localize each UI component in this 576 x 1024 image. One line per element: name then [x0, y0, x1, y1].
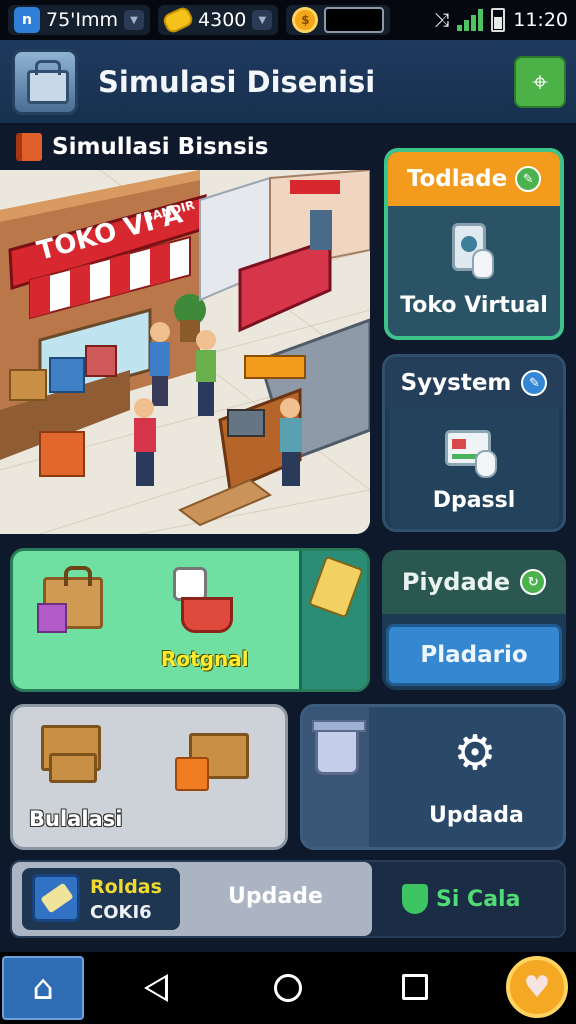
products-card[interactable]: Rotgnal — [10, 548, 370, 692]
toko-virtual-card[interactable]: Todlade ✎ Toko Virtual — [384, 148, 564, 340]
status-indicator[interactable]: Si Cala — [402, 884, 520, 914]
home-tab[interactable]: ⌂ — [2, 956, 84, 1020]
map-pin-button[interactable]: ⌖ — [514, 56, 566, 108]
payment-card-top-label: Piydade — [401, 568, 511, 596]
status-indicator-label: Si Cala — [436, 886, 521, 912]
settings-card-side — [303, 707, 369, 847]
shield-icon — [402, 884, 428, 914]
gold-meter — [324, 7, 385, 33]
tube-icon — [32, 874, 80, 922]
signal-icon — [457, 9, 484, 31]
status-right: ⤨ 11:20 — [434, 8, 568, 32]
back-button[interactable] — [144, 974, 168, 1002]
inventory-card[interactable]: Bulalasi — [10, 704, 288, 850]
toko-card-body: Toko Virtual — [388, 206, 560, 336]
shop-scene-image: TOKO VI A BANDIR — [0, 170, 370, 534]
gold-coin-icon: $ — [292, 7, 319, 33]
status-chip-coins[interactable]: 4300 ▼ — [158, 5, 279, 35]
trash-bin-icon — [312, 720, 366, 775]
toko-card-label: Toko Virtual — [400, 293, 548, 318]
system-nav-bar: ⌂ ♥ — [0, 952, 576, 1024]
vibrate-icon: ⤨ — [434, 9, 450, 31]
chevron-down-icon: ▼ — [124, 10, 145, 30]
page-title: Simulasi Disenisi — [98, 64, 376, 99]
section-title: Simullasi Bisnsis — [52, 134, 269, 160]
book-icon — [16, 133, 42, 161]
system-card-body: Dpassl — [389, 409, 559, 529]
bottom-status-bar: Roldas COKI6 Updade Si Cala — [10, 860, 566, 938]
gift-icon — [37, 603, 67, 633]
home-button[interactable] — [274, 974, 302, 1002]
toolbox-logo-icon — [12, 48, 78, 115]
chevron-down-icon: ▼ — [252, 10, 273, 30]
inventory-card-label: Bulalasi — [29, 807, 123, 831]
item-code: COKI6 — [90, 902, 152, 923]
toko-card-header: Todlade ✎ — [388, 152, 560, 206]
update-button[interactable]: Updade — [228, 884, 323, 909]
products-card-label: Rotgnal — [161, 647, 249, 671]
section-header: Simullasi Bisnsis — [16, 133, 268, 161]
status-chip-profile[interactable]: n 75'Imm ▼ — [8, 5, 151, 35]
edit-icon: ✎ — [521, 370, 548, 396]
status-bar: n 75'Imm ▼ 4300 ▼ $ ⤨ 11:20 — [0, 0, 576, 40]
payment-card: Piydade ↻ Pladario — [382, 550, 566, 690]
coin-icon — [161, 5, 195, 35]
system-card[interactable]: Syystem ✎ Dpassl — [382, 354, 566, 532]
app-icon: n — [14, 7, 40, 33]
products-card-side — [299, 551, 367, 689]
system-card-top-label: Syystem — [400, 370, 512, 396]
bottom-bar-left: Roldas COKI6 Updade — [12, 862, 372, 936]
refresh-icon: ↻ — [520, 569, 547, 595]
status-left-text: 75'Imm — [46, 9, 119, 31]
status-chip-gold[interactable]: $ — [286, 5, 391, 35]
money-crate-icon — [49, 753, 97, 783]
map-pin-icon: ⌖ — [532, 65, 548, 98]
dice-icon — [173, 567, 207, 601]
system-card-label: Dpassl — [432, 488, 516, 513]
system-card-header: Syystem ✎ — [385, 357, 563, 409]
tap-phone-icon — [448, 223, 500, 285]
home-icon: ⌂ — [32, 968, 54, 1008]
item-chip[interactable]: Roldas COKI6 — [22, 868, 180, 930]
clock: 11:20 — [513, 9, 568, 31]
payment-button[interactable]: Pladario — [386, 624, 562, 686]
battery-icon — [491, 8, 506, 32]
favorites-button[interactable]: ♥ — [506, 956, 568, 1018]
ticket-icon — [308, 555, 364, 619]
coin-count: 4300 — [198, 9, 247, 31]
edit-icon: ✎ — [515, 166, 542, 192]
item-name: Roldas — [90, 876, 162, 898]
basket-icon — [181, 597, 233, 633]
gear-icon: ⚙ — [453, 725, 497, 781]
recent-apps-button[interactable] — [402, 974, 428, 1000]
toko-card-top-label: Todlade — [406, 166, 508, 192]
heart-icon: ♥ — [523, 969, 551, 1005]
shop-illustration[interactable]: TOKO VI A BANDIR — [0, 170, 370, 534]
settings-card-label: Updada — [429, 803, 524, 828]
payment-card-header: Piydade ↻ — [382, 550, 566, 614]
orange-box-icon — [175, 757, 209, 791]
app-header: Simulasi Disenisi ⌖ — [0, 40, 576, 125]
settings-card[interactable]: ⚙ Updada — [300, 704, 566, 850]
tap-card-icon — [445, 426, 503, 478]
